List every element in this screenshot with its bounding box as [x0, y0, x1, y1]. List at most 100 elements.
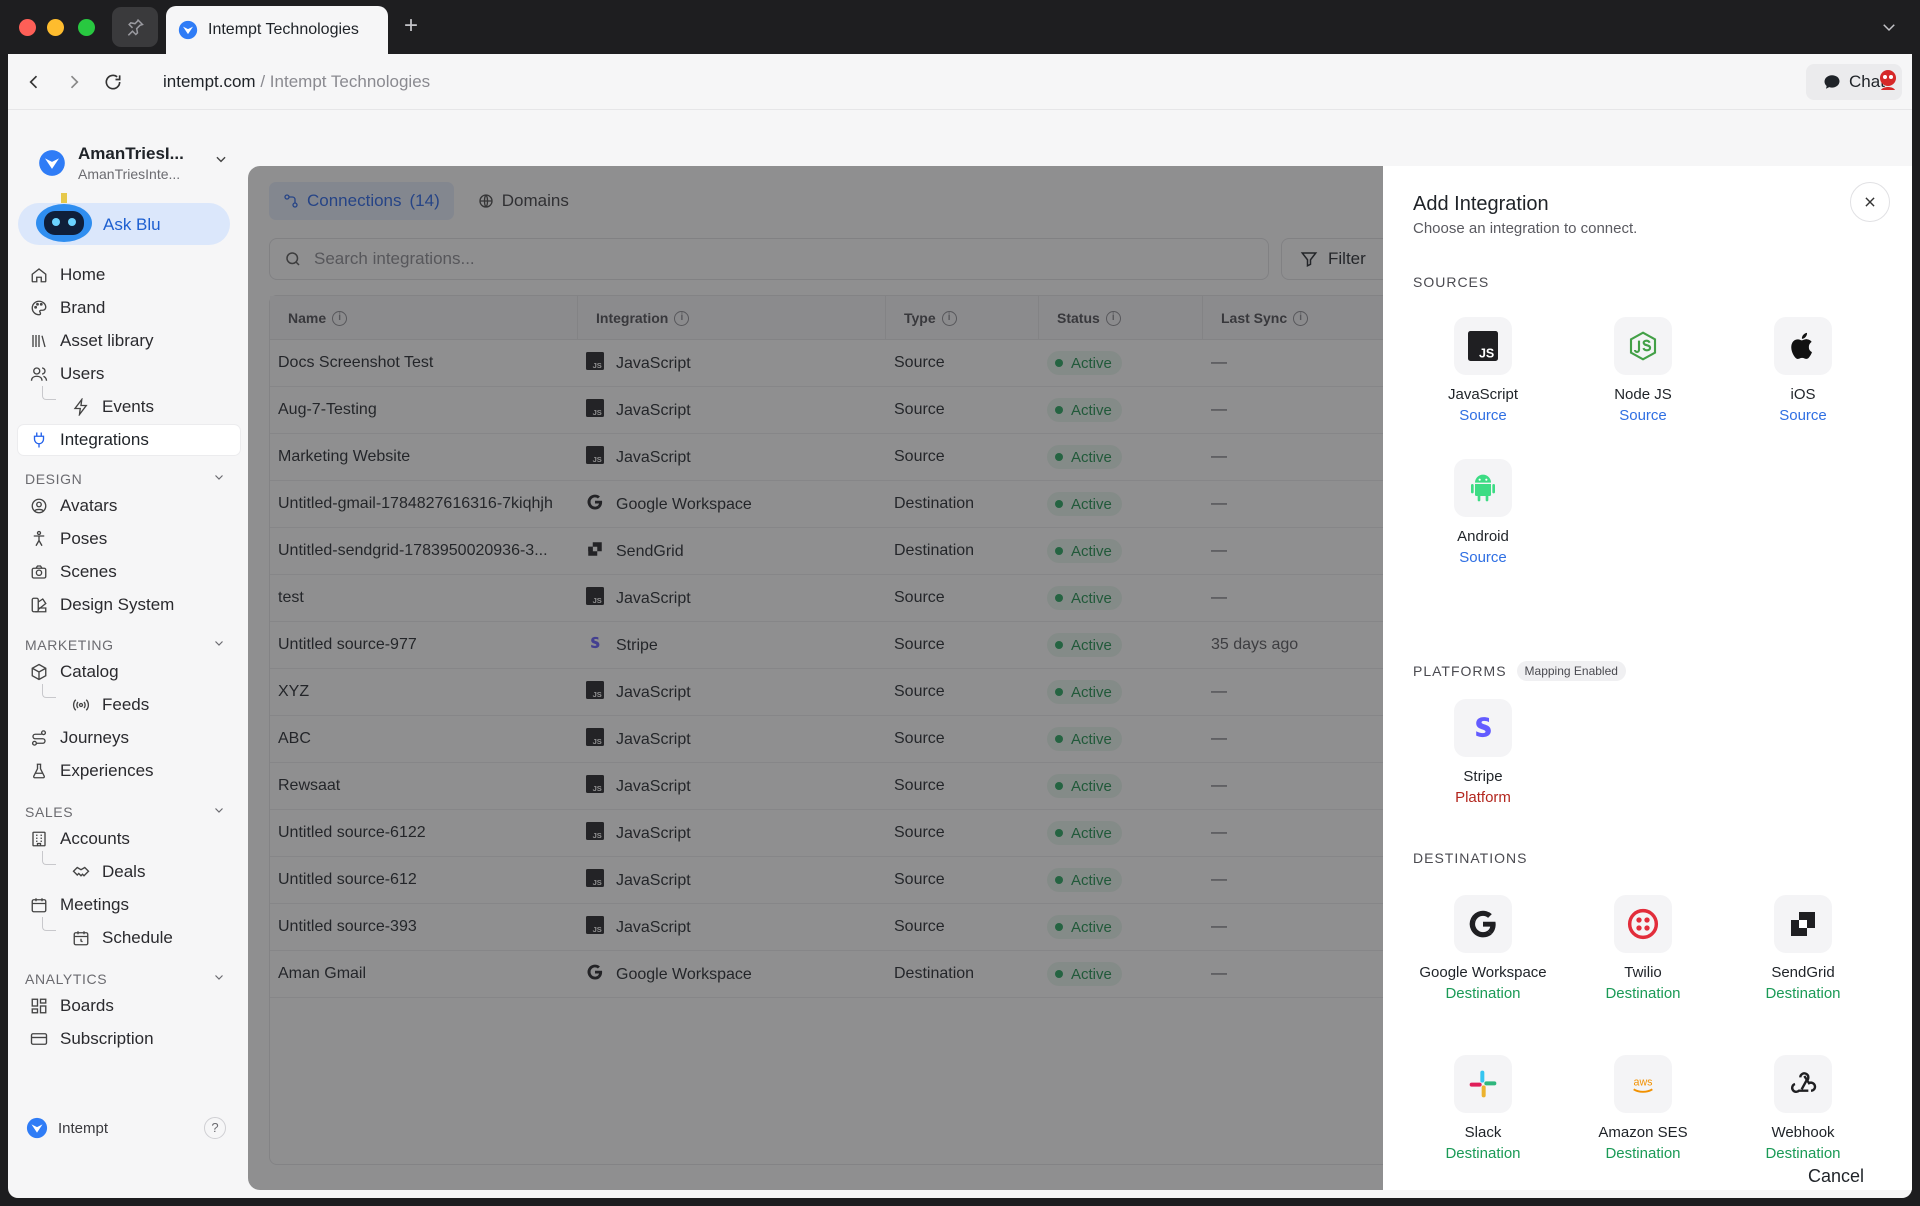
- status-label: Active: [1071, 965, 1112, 983]
- table-row[interactable]: Untitled source-6122 JS JavaScript Sourc…: [270, 810, 1384, 857]
- sidebar-item-asset-library[interactable]: Asset library: [18, 326, 240, 356]
- chevron-down-icon: [215, 808, 223, 813]
- status-label: Active: [1071, 777, 1112, 795]
- sidebar-item-label: Subscription: [60, 1029, 154, 1048]
- user-avatar-icon[interactable]: [1874, 66, 1902, 94]
- integration-card-webhook[interactable]: Webhook Destination: [1738, 1055, 1868, 1163]
- table-row[interactable]: Untitled source-393 JS JavaScript Source…: [270, 904, 1384, 951]
- sidebar-item-catalog[interactable]: Catalog: [18, 657, 240, 687]
- sidebar-item-accounts[interactable]: Accounts: [18, 824, 240, 854]
- ask-blu-button[interactable]: Ask Blu: [18, 193, 230, 245]
- table-row[interactable]: XYZ JS JavaScript Source Active —: [270, 669, 1384, 716]
- table-row[interactable]: Marketing Website JS JavaScript Source A…: [270, 434, 1384, 481]
- sidebar-item-schedule[interactable]: Schedule: [18, 923, 240, 953]
- section-header-analytics[interactable]: ANALYTICS: [25, 971, 225, 987]
- integration-card-slack[interactable]: Slack Destination: [1418, 1055, 1548, 1163]
- sidebar-item-design-system[interactable]: Design System: [18, 590, 240, 620]
- table-row[interactable]: Docs Screenshot Test JS JavaScript Sourc…: [270, 340, 1384, 387]
- flask-icon: [33, 763, 45, 779]
- column-header-type[interactable]: Type i: [904, 310, 957, 326]
- library-icon: [32, 335, 46, 348]
- cell-integration: JS JavaScript: [586, 869, 691, 892]
- minimize-window-button[interactable]: [47, 19, 64, 36]
- back-icon[interactable]: [24, 72, 44, 92]
- table-row[interactable]: Untitled source-977 Stripe Source Active…: [270, 622, 1384, 669]
- maximize-window-button[interactable]: [78, 19, 95, 36]
- section-header-marketing[interactable]: MARKETING: [25, 637, 225, 653]
- integration-card-twilio[interactable]: Twilio Destination: [1578, 895, 1708, 1003]
- close-drawer-button[interactable]: [1850, 182, 1890, 222]
- sidebar-item-label: Brand: [60, 298, 106, 317]
- table-row[interactable]: ABC JS JavaScript Source Active —: [270, 716, 1384, 763]
- sidebar-item-poses[interactable]: Poses: [18, 524, 240, 554]
- add-integration-drawer: Add Integration Choose an integration to…: [1383, 166, 1912, 1190]
- column-header-integration[interactable]: Integration i: [596, 310, 690, 326]
- sidebar-item-experiences[interactable]: Experiences: [18, 756, 240, 786]
- integration-card-nodejs[interactable]: Node JS Source: [1578, 317, 1708, 425]
- integration-card-stripe[interactable]: Stripe Platform: [1418, 699, 1548, 807]
- url-field[interactable]: intempt.com / Intempt Technologies: [163, 72, 430, 92]
- cell-last-sync: —: [1211, 401, 1227, 418]
- chevron-down-icon[interactable]: [1880, 18, 1898, 36]
- table-row[interactable]: Aug-7-Testing JS JavaScript Source Activ…: [270, 387, 1384, 434]
- filter-button[interactable]: Filter: [1281, 238, 1384, 280]
- integration-card-android[interactable]: Android Source: [1418, 459, 1548, 567]
- workspace-switcher[interactable]: AmanTriesI... AmanTriesInte...: [38, 140, 228, 186]
- integration-card-sendgrid[interactable]: SendGrid Destination: [1738, 895, 1868, 1003]
- reload-icon[interactable]: [103, 72, 123, 92]
- cell-last-sync: —: [1211, 730, 1227, 747]
- sidebar-item-integrations[interactable]: Integrations: [18, 425, 240, 455]
- status-badge: Active: [1047, 492, 1122, 516]
- section-header-sales[interactable]: SALES: [25, 804, 225, 820]
- integration-name: Twilio: [1624, 964, 1662, 981]
- integration-card-js[interactable]: JS JavaScript Source: [1418, 317, 1548, 425]
- column-header-status[interactable]: Status i: [1057, 310, 1121, 326]
- sidebar-item-deals[interactable]: Deals: [18, 857, 240, 887]
- sidebar-item-meetings[interactable]: Meetings: [18, 890, 240, 920]
- android-icon: [1454, 459, 1512, 517]
- sidebar-item-home[interactable]: Home: [18, 260, 240, 290]
- intempt-logo-icon: [178, 20, 198, 40]
- table-row[interactable]: Aman Gmail Google Workspace Destination …: [270, 951, 1384, 998]
- sidebar-item-brand[interactable]: Brand: [18, 293, 240, 323]
- help-button[interactable]: ?: [204, 1117, 226, 1139]
- sidebar-item-feeds[interactable]: Feeds: [18, 690, 240, 720]
- sidebar-item-subscription[interactable]: Subscription: [18, 1024, 240, 1054]
- integration-card-google[interactable]: Google Workspace Destination: [1418, 895, 1548, 1003]
- table-row[interactable]: Untitled source-612 JS JavaScript Source…: [270, 857, 1384, 904]
- integration-card-apple[interactable]: iOS Source: [1738, 317, 1868, 425]
- sidebar-item-events[interactable]: Events: [18, 392, 240, 422]
- pin-tab-button[interactable]: [112, 7, 158, 47]
- status-dot: [1055, 641, 1063, 649]
- cell-integration: Google Workspace: [586, 493, 752, 516]
- sidebar-item-boards[interactable]: Boards: [18, 991, 240, 1021]
- table-row[interactable]: Untitled-sendgrid-1783950020936-3... Sen…: [270, 528, 1384, 575]
- column-header-last-sync[interactable]: Last Sync i: [1221, 310, 1309, 326]
- table-row[interactable]: test JS JavaScript Source Active —: [270, 575, 1384, 622]
- sidebar-item-users[interactable]: Users: [18, 359, 240, 389]
- status-badge: Active: [1047, 539, 1122, 563]
- sidebar-item-avatars[interactable]: Avatars: [18, 491, 240, 521]
- cell-type: Source: [894, 730, 945, 747]
- sidebar-item-journeys[interactable]: Journeys: [18, 723, 240, 753]
- search-input[interactable]: Search integrations...: [269, 238, 1269, 280]
- tab-connections[interactable]: Connections (14): [269, 182, 454, 220]
- column-header-name[interactable]: Name i: [288, 310, 348, 326]
- integration-label: JavaScript: [616, 401, 691, 419]
- forward-icon[interactable]: [64, 72, 84, 92]
- new-tab-button[interactable]: +: [404, 14, 418, 38]
- integration-name: Android: [1457, 528, 1509, 545]
- section-header-design[interactable]: DESIGN: [25, 471, 225, 487]
- cancel-button[interactable]: Cancel: [1808, 1166, 1864, 1187]
- sidebar-item-scenes[interactable]: Scenes: [18, 557, 240, 587]
- cell-integration: Google Workspace: [586, 963, 752, 986]
- platforms-section-header: PLATFORMS Mapping Enabled: [1413, 661, 1626, 681]
- close-window-button[interactable]: [19, 19, 36, 36]
- status-dot: [1055, 500, 1063, 508]
- table-row[interactable]: Untitled-gmail-1784827616316-7kiqhjh Goo…: [270, 481, 1384, 528]
- browser-tab-active[interactable]: Intempt Technologies: [166, 6, 388, 54]
- cell-integration: JS JavaScript: [586, 352, 691, 375]
- tab-domains[interactable]: Domains: [464, 182, 583, 220]
- integration-card-aws[interactable]: aws Amazon SES Destination: [1578, 1055, 1708, 1163]
- table-row[interactable]: Rewsaat JS JavaScript Source Active —: [270, 763, 1384, 810]
